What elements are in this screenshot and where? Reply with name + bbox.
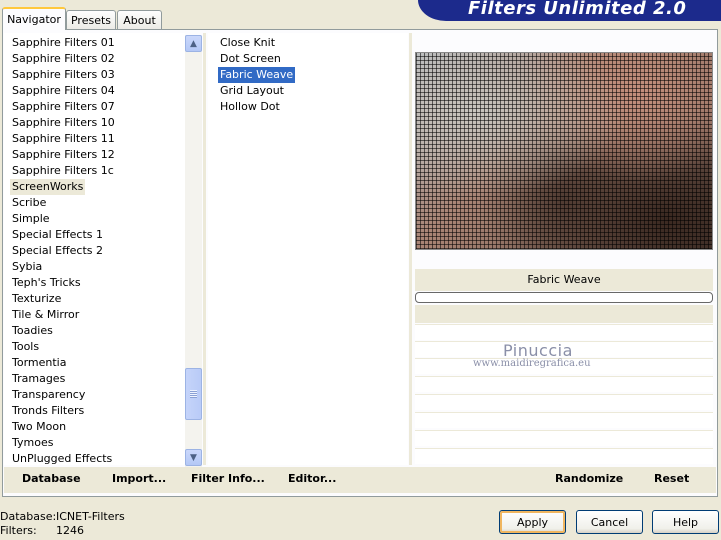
cancel-button[interactable]: Cancel bbox=[576, 510, 643, 534]
chevron-up-icon[interactable]: ▲ bbox=[185, 35, 202, 52]
category-item[interactable]: Sapphire Filters 12 bbox=[10, 147, 117, 163]
tab-about[interactable]: About bbox=[117, 10, 162, 29]
filter-info-button[interactable]: Filter Info... bbox=[191, 472, 265, 485]
category-item[interactable]: Sapphire Filters 10 bbox=[10, 115, 117, 131]
category-item[interactable]: Teph's Tricks bbox=[10, 275, 83, 291]
category-item[interactable]: Scribe bbox=[10, 195, 48, 211]
param-row[interactable] bbox=[415, 341, 713, 357]
help-button[interactable]: Help bbox=[652, 510, 719, 534]
title-banner: Filters Unlimited 2.0 bbox=[418, 0, 721, 21]
category-item[interactable]: Tymoes bbox=[10, 435, 55, 451]
apply-button[interactable]: Apply bbox=[499, 510, 566, 534]
randomize-button[interactable]: Randomize bbox=[555, 472, 623, 485]
chevron-down-icon[interactable]: ▼ bbox=[185, 449, 202, 466]
category-list[interactable]: Sapphire Filters 01 Sapphire Filters 02 Sa… bbox=[4, 33, 185, 465]
filter-item[interactable]: Grid Layout bbox=[218, 83, 286, 99]
category-item[interactable]: Tronds Filters bbox=[10, 403, 86, 419]
app-title: Filters Unlimited 2.0 bbox=[468, 0, 687, 19]
database-value: ICNET-Filters bbox=[56, 510, 125, 523]
category-scrollbar[interactable]: ▲ ▼ bbox=[185, 35, 202, 467]
category-item[interactable]: Transparency bbox=[10, 387, 87, 403]
filters-label: Filters: bbox=[0, 524, 37, 537]
category-item[interactable]: Texturize bbox=[10, 291, 63, 307]
category-item[interactable]: ScreenWorks bbox=[10, 179, 86, 195]
category-item[interactable]: Toadies bbox=[10, 323, 55, 339]
filters-count: 1246 bbox=[56, 524, 84, 537]
divider bbox=[409, 33, 412, 465]
param-row[interactable] bbox=[415, 376, 713, 392]
category-item[interactable]: Tramages bbox=[10, 371, 67, 387]
category-item[interactable]: Sybia bbox=[10, 259, 44, 275]
database-button[interactable]: Database bbox=[22, 472, 81, 485]
tab-bar: Navigator Presets About bbox=[0, 0, 420, 30]
progress-bar bbox=[415, 292, 713, 303]
category-item[interactable]: Sapphire Filters 1c bbox=[10, 163, 116, 179]
category-item[interactable]: Tormentia bbox=[10, 355, 68, 371]
tab-presets[interactable]: Presets bbox=[66, 10, 116, 29]
category-item[interactable]: Sapphire Filters 04 bbox=[10, 83, 117, 99]
category-item[interactable]: Special Effects 2 bbox=[10, 243, 105, 259]
filter-item[interactable]: Hollow Dot bbox=[218, 99, 282, 115]
category-item[interactable]: Sapphire Filters 01 bbox=[10, 35, 117, 51]
effect-name-label: Fabric Weave bbox=[415, 269, 713, 291]
database-label: Database: bbox=[0, 510, 57, 523]
param-row[interactable] bbox=[415, 412, 713, 428]
scrollbar-thumb[interactable] bbox=[185, 368, 202, 420]
preview-image bbox=[415, 52, 713, 250]
tab-navigator[interactable]: Navigator bbox=[2, 7, 66, 30]
status-area: Database:ICNET-Filters Filters: 1246 bbox=[0, 510, 125, 538]
category-item[interactable]: Sapphire Filters 11 bbox=[10, 131, 117, 147]
param-row[interactable] bbox=[415, 394, 713, 410]
filter-toolbar: Database Import... Filter Info... Editor… bbox=[4, 467, 716, 493]
divider bbox=[203, 33, 206, 465]
separator-band bbox=[415, 305, 713, 323]
reset-button[interactable]: Reset bbox=[654, 472, 689, 485]
filter-item[interactable]: Close Knit bbox=[218, 35, 277, 51]
param-row[interactable] bbox=[415, 358, 713, 374]
param-row[interactable] bbox=[415, 324, 713, 340]
category-item[interactable]: Special Effects 1 bbox=[10, 227, 105, 243]
import-button[interactable]: Import... bbox=[112, 472, 166, 485]
filter-list[interactable]: Close Knit Dot Screen Fabric Weave Grid Lay… bbox=[208, 33, 408, 465]
category-item[interactable]: Sapphire Filters 07 bbox=[10, 99, 117, 115]
editor-button[interactable]: Editor... bbox=[288, 472, 336, 485]
filter-item[interactable]: Fabric Weave bbox=[218, 67, 296, 83]
param-row[interactable] bbox=[415, 448, 713, 464]
category-item[interactable]: Sapphire Filters 02 bbox=[10, 51, 117, 67]
category-item[interactable]: Tile & Mirror bbox=[10, 307, 81, 323]
category-item[interactable]: Tools bbox=[10, 339, 41, 355]
category-item[interactable]: Simple bbox=[10, 211, 52, 227]
param-row[interactable] bbox=[415, 430, 713, 446]
category-item[interactable]: Sapphire Filters 03 bbox=[10, 67, 117, 83]
category-item[interactable]: UnPlugged Effects bbox=[10, 451, 114, 465]
filter-item[interactable]: Dot Screen bbox=[218, 51, 283, 67]
category-item[interactable]: Two Moon bbox=[10, 419, 68, 435]
